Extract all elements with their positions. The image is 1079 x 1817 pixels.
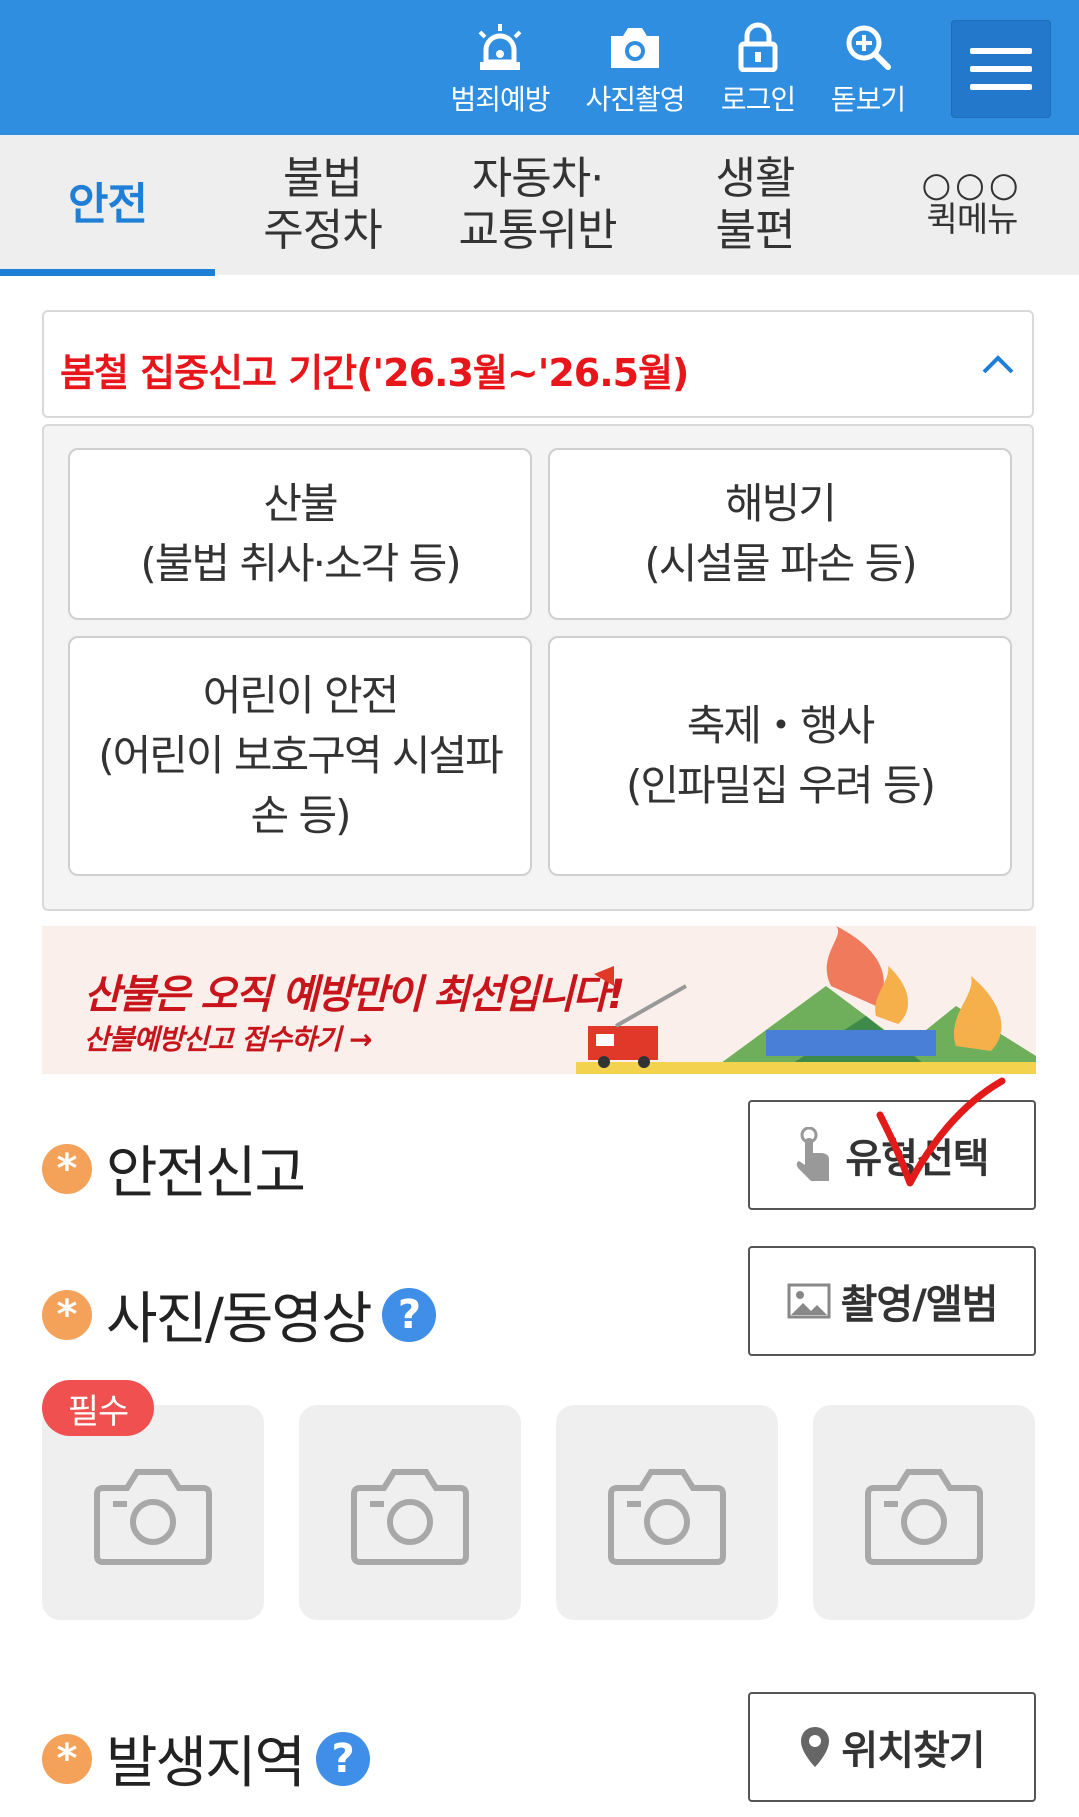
map-pin-icon (801, 1727, 830, 1767)
login-label: 로그인 (720, 83, 796, 116)
photo-capture-button[interactable]: 사진촬영 (575, 22, 695, 118)
camera-icon (611, 28, 659, 68)
tab-safety[interactable]: 안전 (0, 135, 215, 275)
tab-quick-menu[interactable]: ○○○ 퀵메뉴 (865, 135, 1079, 275)
crime-prevention-button[interactable]: 범죄예방 (440, 22, 560, 118)
help-icon[interactable]: ? (382, 1287, 437, 1342)
media-section-label: * 사진/동영상 ? (42, 1274, 437, 1355)
photo-slot-3[interactable] (556, 1405, 778, 1620)
required-badge: 필수 (42, 1380, 154, 1436)
tab-living-inconvenience[interactable]: 생활 불편 (645, 135, 865, 275)
active-tab-indicator (0, 269, 215, 276)
tab-illegal-parking[interactable]: 불법 주정차 (215, 135, 430, 275)
login-button[interactable]: 로그인 (698, 22, 818, 118)
siren-icon (478, 24, 522, 70)
banner-subtitle: 산불예방신고 접수하기 → (84, 1023, 373, 1056)
crime-prevention-label: 범죄예방 (450, 83, 550, 116)
top-header: 범죄예방 사진촬영 로그인 돋보기 (0, 0, 1079, 135)
photo-slot-2[interactable] (299, 1405, 521, 1620)
pointing-hand-icon (797, 1127, 830, 1181)
photo-slot-1[interactable] (42, 1405, 264, 1620)
camera-icon (865, 1468, 983, 1565)
magnifier-button[interactable]: 돋보기 (808, 22, 928, 118)
category-thaw-button[interactable]: 해빙기 (시설물 파손 등) (548, 448, 1012, 620)
hamburger-menu-button[interactable] (951, 20, 1051, 118)
wildfire-prevention-banner[interactable]: 산불은 오직 예방만이 최선입니다! 산불예방신고 접수하기 → (42, 926, 1036, 1074)
category-festival-event-button[interactable]: 축제・행사 (인파밀집 우려 등) (548, 636, 1012, 876)
image-icon (787, 1283, 831, 1319)
red-checkmark-annotation (876, 1077, 1006, 1187)
campaign-title: 봄철 집중신고 기간('26.3월~'26.5월) (60, 351, 689, 395)
banner-title: 산불은 오직 예방만이 최선입니다! (84, 972, 625, 1018)
help-icon[interactable]: ? (316, 1731, 371, 1786)
category-child-safety-button[interactable]: 어린이 안전 (어린이 보호구역 시설파 손 등) (68, 636, 532, 876)
campaign-category-panel: 산불 (불법 취사·소각 등) 해빙기 (시설물 파손 등) 어린이 안전 (어… (42, 424, 1034, 911)
photo-capture-label: 사진촬영 (585, 83, 685, 116)
category-tabs: 안전 불법 주정차 자동차· 교통위반 생활 불편 ○○○ 퀵메뉴 (0, 135, 1079, 276)
capture-album-button[interactable]: 촬영/앨범 (748, 1246, 1036, 1356)
camera-icon (94, 1468, 212, 1565)
required-asterisk-icon: * (42, 1143, 92, 1194)
category-wildfire-button[interactable]: 산불 (불법 취사·소각 등) (68, 448, 532, 620)
camera-icon (608, 1468, 726, 1565)
photo-slot-4[interactable] (813, 1405, 1035, 1620)
location-section-label: * 발생지역 ? (42, 1718, 371, 1799)
camera-icon (351, 1468, 469, 1565)
hamburger-menu-icon (970, 48, 1032, 54)
zoom-in-icon (846, 25, 891, 70)
find-location-button[interactable]: 위치찾기 (748, 1692, 1036, 1802)
magnifier-label: 돋보기 (830, 83, 906, 116)
required-asterisk-icon: * (42, 1733, 92, 1784)
tab-traffic-violation[interactable]: 자동차· 교통위반 (430, 135, 645, 275)
wildfire-illustration-icon (576, 926, 1036, 1074)
lock-icon (738, 22, 778, 72)
more-dots-icon: ○○○ (921, 165, 1023, 205)
required-asterisk-icon: * (42, 1289, 92, 1340)
chevron-up-icon (982, 355, 1014, 374)
campaign-accordion-header[interactable]: 봄철 집중신고 기간('26.3월~'26.5월) (42, 310, 1034, 418)
safety-report-section-label: * 안전신고 (42, 1128, 306, 1209)
